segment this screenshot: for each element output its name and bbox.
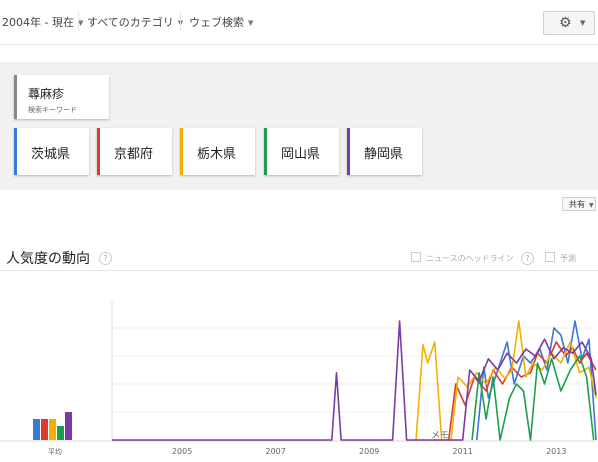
region-label: 静岡県 [364, 147, 404, 162]
average-bar [57, 426, 64, 440]
help-icon[interactable]: ? [521, 252, 534, 265]
news-checkbox[interactable] [411, 252, 421, 262]
region-label: 岡山県 [281, 147, 321, 162]
top-toolbar: 2004年 - 現在▼ すべてのカテゴリ▼ ウェブ検索▼ ⚙ ▼ [0, 0, 598, 45]
region-card-okayama[interactable]: 岡山県 [264, 128, 339, 175]
chevron-down-icon: ▼ [248, 19, 254, 27]
region-label: 京都府 [114, 147, 154, 162]
region-card-tochigi[interactable]: 栃木県 [180, 128, 255, 175]
forecast-label: 予測 [560, 254, 576, 263]
search-term-subtitle: 検索キーワード [28, 106, 77, 114]
gear-icon: ⚙ [559, 15, 572, 31]
average-bar [33, 419, 40, 440]
search-term: 蕁麻疹 [28, 87, 65, 101]
share-label: 共有 [569, 200, 585, 209]
region-label: 栃木県 [197, 147, 237, 162]
trend-title: 人気度の動向 [6, 251, 90, 267]
x-tick-label: 2007 [265, 447, 285, 456]
time-range-label: 2004年 - 現在 [2, 16, 74, 29]
chevron-down-icon: ▼ [589, 202, 594, 209]
time-range-dropdown[interactable]: 2004年 - 現在 ▼ [2, 14, 83, 30]
search-type-label: ウェブ検索 [189, 16, 244, 29]
series-line [471, 355, 595, 441]
average-bar [65, 412, 72, 440]
x-tick-label: 2011 [453, 447, 473, 456]
region-card-shizuoka[interactable]: 静岡県 [347, 128, 422, 175]
news-label: ニュースのヘッドライン [426, 254, 514, 263]
x-tick-label: 2009 [359, 447, 379, 456]
region-label: 茨城県 [31, 147, 71, 162]
settings-button[interactable]: ⚙ ▼ [543, 11, 595, 35]
trend-chart: 2005 2007 2009 2011 2013 平均 メモ [0, 300, 597, 456]
note-marker: メモ [431, 431, 449, 441]
forecast-checkbox[interactable] [545, 252, 555, 262]
forecast-option[interactable]: 予測 [545, 252, 576, 264]
chevron-down-icon: ▼ [580, 19, 586, 27]
section-divider [0, 270, 598, 271]
x-tick-label: 2013 [546, 447, 566, 456]
x-tick-label: 2005 [172, 447, 192, 456]
region-card-ibaraki[interactable]: 茨城県 [14, 128, 89, 175]
series-line [112, 320, 597, 441]
search-term-card[interactable]: 蕁麻疹 検索キーワード [14, 75, 109, 119]
average-bar [49, 419, 56, 440]
help-icon[interactable]: ? [99, 252, 112, 265]
category-label: すべてのカテゴリ [87, 16, 174, 29]
category-dropdown[interactable]: すべてのカテゴリ▼ [87, 14, 183, 30]
search-type-dropdown[interactable]: ウェブ検索 ▼ [189, 14, 253, 30]
toolbar-divider [180, 12, 181, 30]
news-headlines-option[interactable]: ニュースのヘッドライン [411, 252, 514, 264]
share-button[interactable]: 共有 ▼ [562, 197, 596, 211]
average-bar [41, 419, 48, 440]
average-label: 平均 [48, 447, 62, 456]
toolbar-divider [78, 12, 79, 30]
region-card-kyoto[interactable]: 京都府 [97, 128, 172, 175]
series-line [415, 320, 597, 441]
